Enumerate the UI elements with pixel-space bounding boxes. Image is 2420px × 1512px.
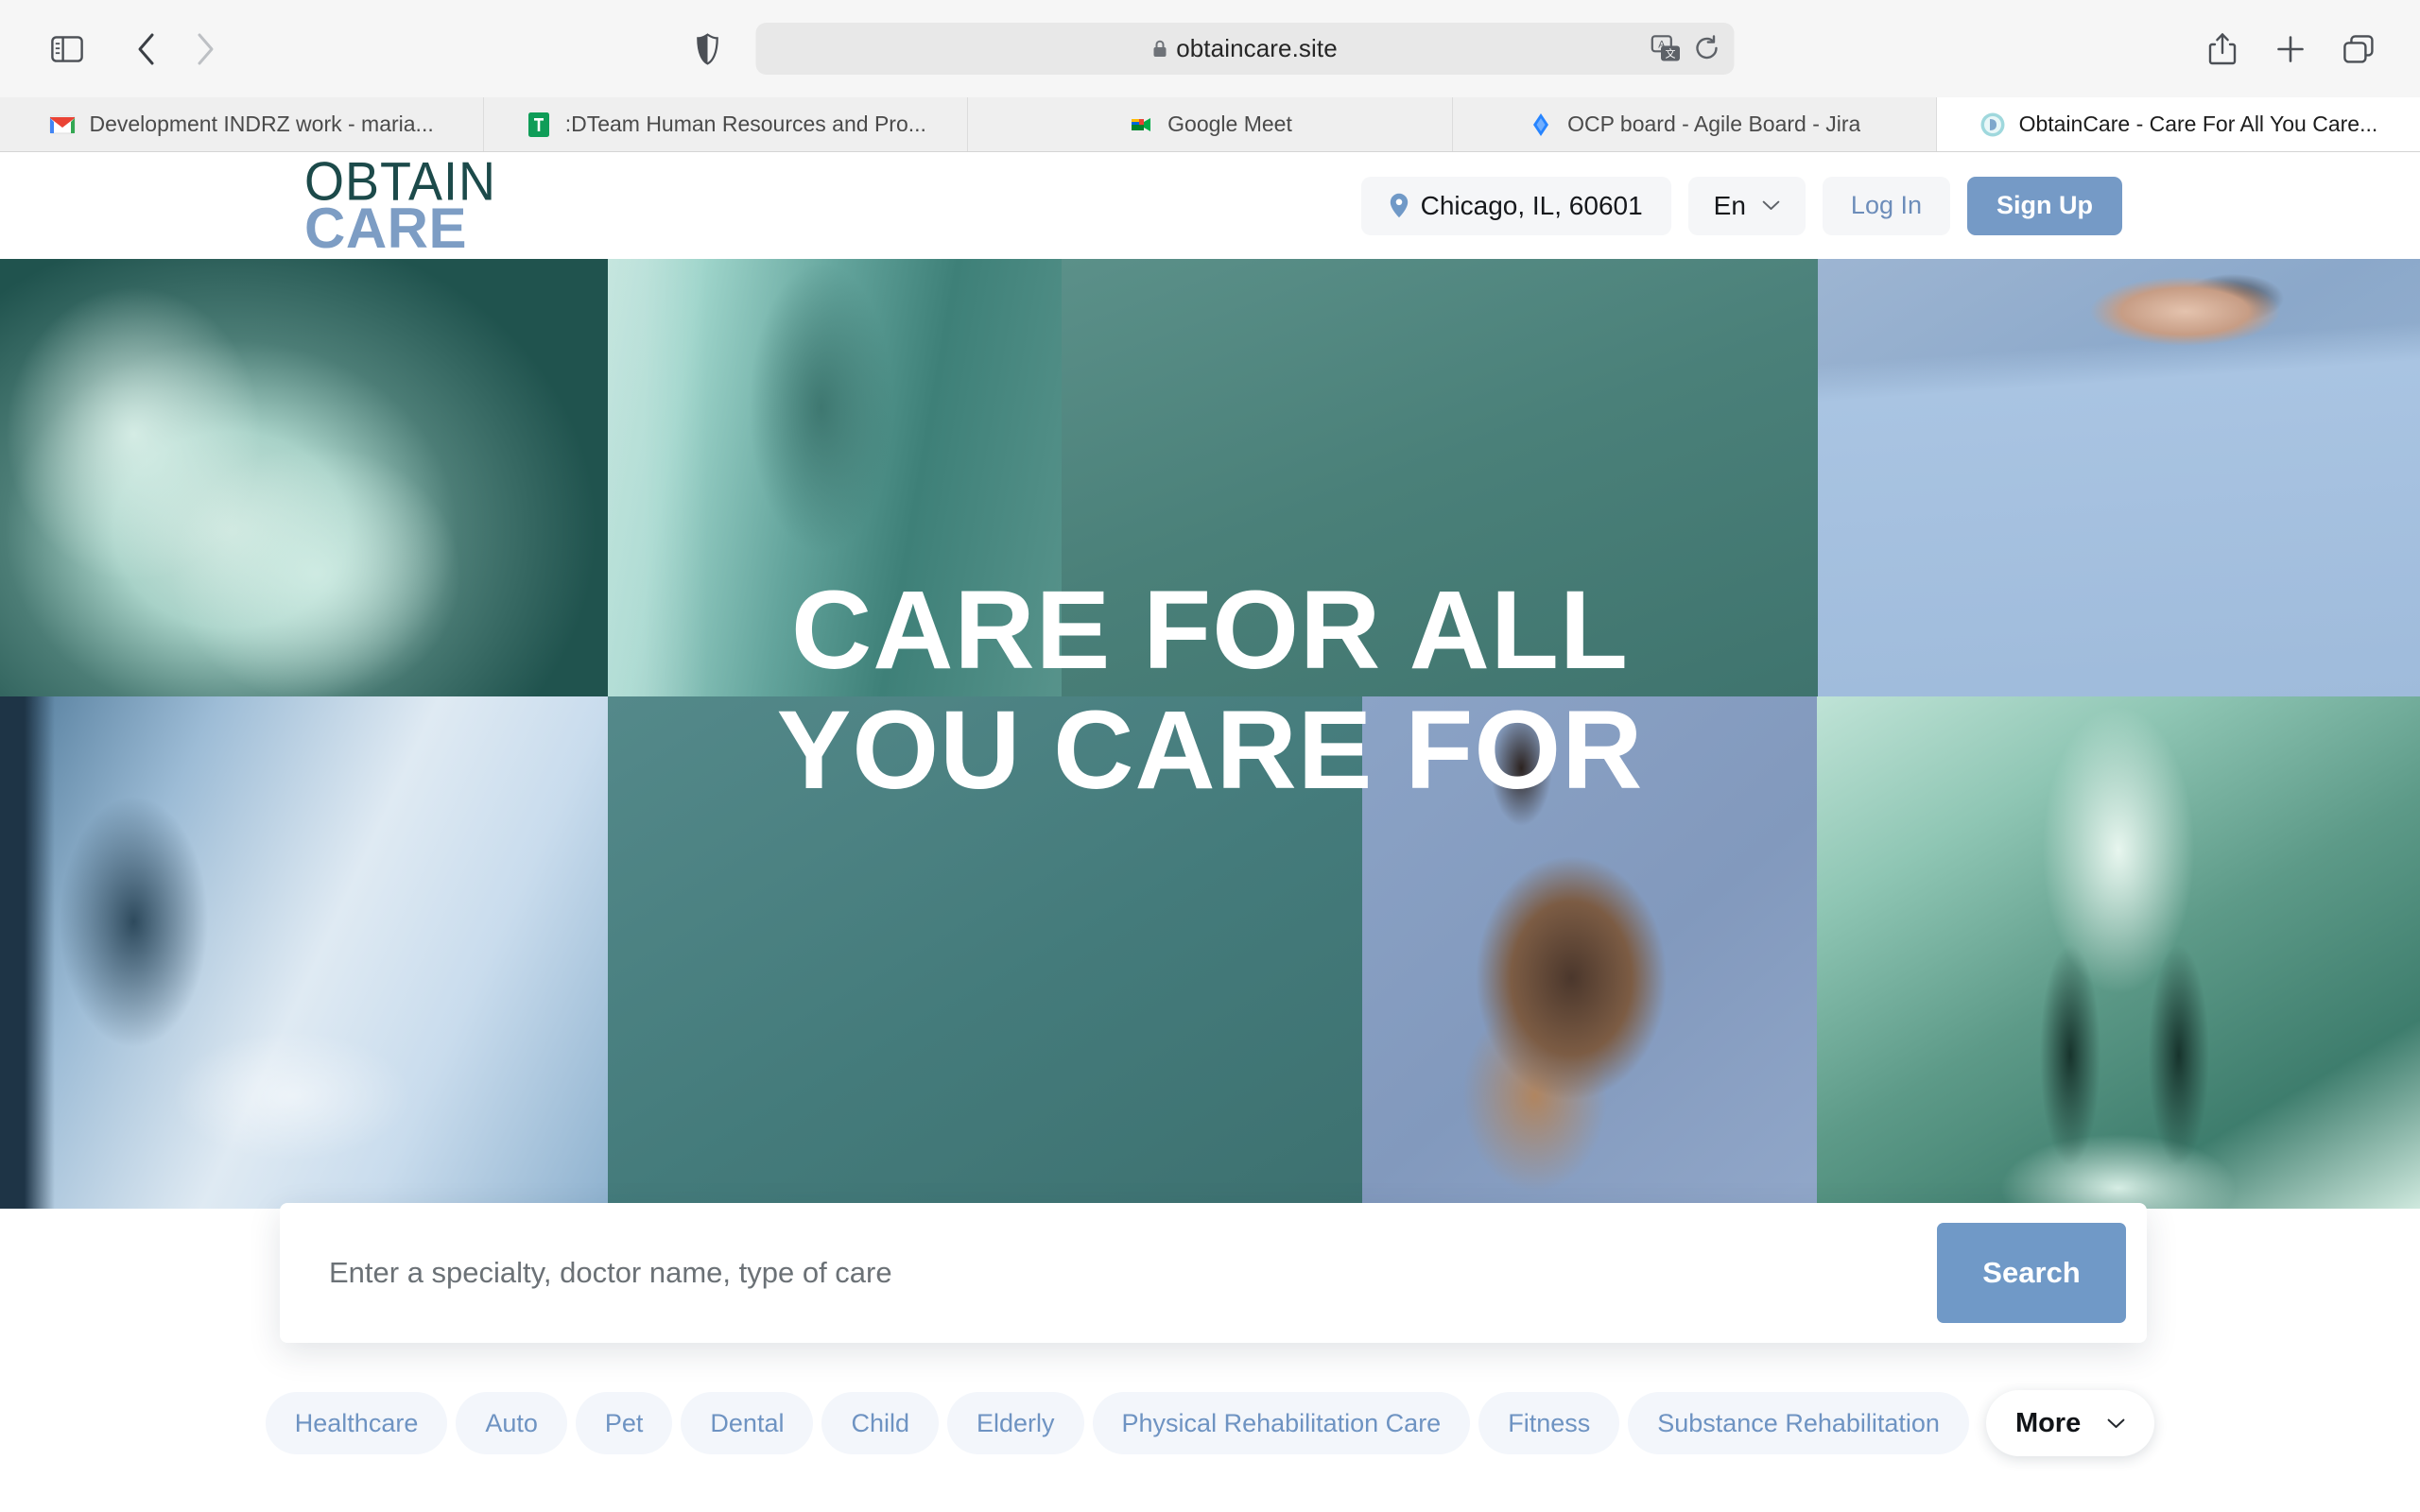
tab-overview-icon[interactable] bbox=[2329, 23, 2388, 76]
category-chip-auto[interactable]: Auto bbox=[456, 1392, 567, 1454]
toolbar-left-controls bbox=[0, 23, 234, 76]
sleeping-baby-photo bbox=[1818, 259, 2420, 696]
chevron-down-icon bbox=[1762, 200, 1780, 210]
search-bar: Search bbox=[280, 1203, 2147, 1343]
tab-title: Google Meet bbox=[1167, 112, 1292, 136]
teal-color-block bbox=[1062, 259, 1818, 696]
map-pin-icon bbox=[1390, 193, 1408, 218]
privacy-shield-icon[interactable] bbox=[686, 26, 730, 73]
category-chip-fitness[interactable]: Fitness bbox=[1478, 1392, 1620, 1454]
browser-toolbar: obtaincare.site A 文 bbox=[0, 0, 2420, 97]
google-meet-icon bbox=[1132, 117, 1151, 131]
browser-tab-5[interactable]: ObtainCare - Care For All You Care... bbox=[1936, 97, 2420, 151]
chevron-down-icon bbox=[2107, 1418, 2125, 1428]
category-chip-elderly[interactable]: Elderly bbox=[947, 1392, 1084, 1454]
forward-chevron-icon bbox=[176, 23, 234, 76]
log-in-button[interactable]: Log In bbox=[1822, 176, 1950, 235]
woman-meditating-photo bbox=[608, 259, 1062, 696]
gmail-icon bbox=[49, 115, 76, 133]
lock-icon bbox=[1153, 40, 1167, 57]
category-chip-substance-rehabilitation[interactable]: Substance Rehabilitation bbox=[1628, 1392, 1969, 1454]
url-bar-actions: A 文 bbox=[1651, 34, 1721, 63]
category-chip-dental[interactable]: Dental bbox=[681, 1392, 814, 1454]
jira-icon bbox=[1533, 112, 1549, 136]
header-actions: Chicago, IL, 60601 En Log In Sign Up bbox=[1360, 176, 2122, 235]
google-sheets-icon bbox=[527, 112, 549, 137]
language-selector[interactable]: En bbox=[1687, 176, 1806, 235]
hero-section: CARE FOR ALL YOU CARE FOR bbox=[0, 259, 2420, 1209]
search-input[interactable] bbox=[329, 1256, 1937, 1290]
toolbar-right-controls bbox=[2193, 23, 2388, 76]
more-categories-button[interactable]: More bbox=[1985, 1390, 2155, 1456]
url-bar[interactable]: obtaincare.site A 文 bbox=[755, 23, 1735, 75]
category-chip-child[interactable]: Child bbox=[821, 1392, 939, 1454]
tab-title: ObtainCare - Care For All You Care... bbox=[2018, 112, 2378, 136]
logo-text-obtain: OBTAIN bbox=[304, 152, 497, 213]
share-icon[interactable] bbox=[2193, 23, 2252, 76]
obtaincare-icon bbox=[1980, 112, 2005, 136]
webpage-content: OBTAIN CARE Chicago, IL, 60601 En Log In… bbox=[0, 152, 2420, 1512]
plus-icon[interactable] bbox=[2261, 23, 2320, 76]
french-bulldog-photo bbox=[1362, 696, 1817, 1209]
hero-image-mosaic bbox=[0, 259, 2420, 1209]
category-chip-physical-rehabilitation-care[interactable]: Physical Rehabilitation Care bbox=[1092, 1392, 1471, 1454]
browser-tab-1[interactable]: Development INDRZ work - maria... bbox=[0, 97, 485, 151]
more-label: More bbox=[2014, 1407, 2082, 1438]
address-bar-area: obtaincare.site A 文 bbox=[686, 23, 1735, 75]
holding-hands-photo bbox=[0, 259, 608, 696]
category-chip-row: Healthcare Auto Pet Dental Child Elderly… bbox=[0, 1390, 2420, 1456]
translate-icon[interactable]: A 文 bbox=[1651, 34, 1682, 63]
url-display: obtaincare.site bbox=[1152, 34, 1338, 63]
location-selector[interactable]: Chicago, IL, 60601 bbox=[1360, 176, 1671, 235]
cyclist-photo bbox=[1817, 696, 2420, 1209]
tab-title: OCP board - Agile Board - Jira bbox=[1567, 112, 1861, 136]
category-chip-healthcare[interactable]: Healthcare bbox=[265, 1392, 448, 1454]
woman-in-car-photo bbox=[0, 696, 608, 1209]
svg-text:文: 文 bbox=[1666, 46, 1676, 60]
url-text: obtaincare.site bbox=[1176, 34, 1338, 62]
reload-icon[interactable] bbox=[1695, 34, 1721, 63]
tab-strip: Development INDRZ work - maria... :DTeam… bbox=[0, 97, 2420, 152]
browser-tab-4[interactable]: OCP board - Agile Board - Jira bbox=[1452, 97, 1937, 151]
teal-color-block-2 bbox=[608, 696, 1362, 1209]
language-text: En bbox=[1713, 190, 1746, 220]
sign-up-button[interactable]: Sign Up bbox=[1967, 176, 2122, 235]
safari-browser-window: obtaincare.site A 文 Development INDRZ wo… bbox=[0, 0, 2420, 1512]
back-chevron-icon[interactable] bbox=[117, 23, 176, 76]
tab-title: Development INDRZ work - maria... bbox=[89, 112, 434, 136]
tab-title: :DTeam Human Resources and Pro... bbox=[564, 112, 926, 136]
search-button[interactable]: Search bbox=[1937, 1223, 2126, 1323]
browser-tab-2[interactable]: :DTeam Human Resources and Pro... bbox=[484, 97, 969, 151]
location-text: Chicago, IL, 60601 bbox=[1420, 190, 1643, 220]
sidebar-icon[interactable] bbox=[38, 23, 96, 76]
category-chip-pet[interactable]: Pet bbox=[575, 1392, 673, 1454]
obtaincare-logo[interactable]: OBTAIN CARE bbox=[304, 152, 497, 256]
browser-tab-3[interactable]: Google Meet bbox=[968, 97, 1453, 151]
site-header: OBTAIN CARE Chicago, IL, 60601 En Log In… bbox=[0, 152, 2420, 259]
